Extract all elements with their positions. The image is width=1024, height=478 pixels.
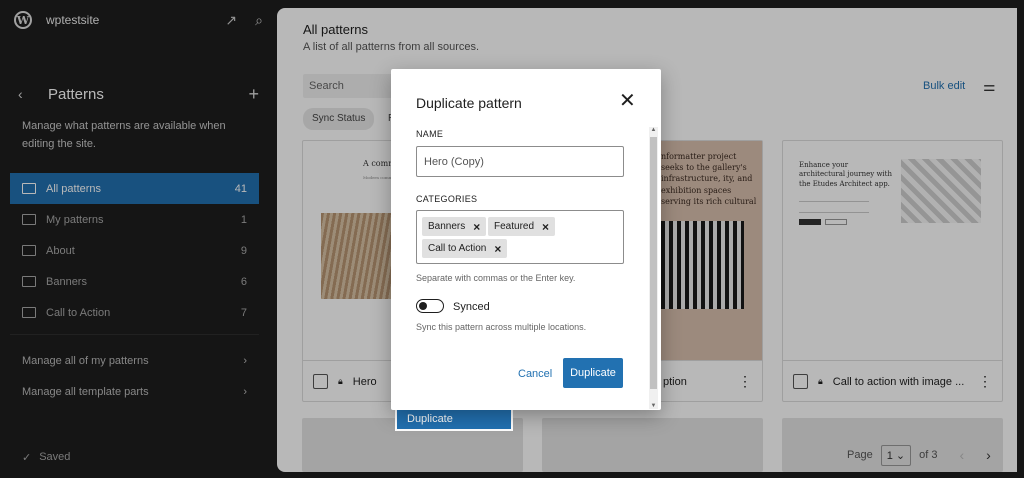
token-label: Featured (494, 221, 535, 232)
dialog-title: Duplicate pattern (416, 95, 522, 111)
duplicate-button[interactable]: Duplicate (563, 358, 623, 388)
categories-help: Separate with commas or the Enter key. (416, 273, 576, 283)
category-token: Banners × (422, 217, 487, 236)
token-label: Banners (428, 221, 466, 232)
category-token: Featured × (488, 217, 556, 236)
toggle-knob (419, 302, 427, 310)
category-token: Call to Action × (422, 239, 508, 258)
pattern-name-field[interactable]: Hero (Copy) (416, 146, 624, 177)
scroll-thumb[interactable] (650, 137, 657, 389)
categories-label: CATEGORIES (416, 194, 478, 204)
synced-toggle[interactable] (416, 299, 444, 313)
remove-token-icon[interactable]: × (494, 243, 501, 255)
dialog-scrollbar[interactable]: ▲ ▼ (649, 127, 658, 409)
name-label: NAME (416, 129, 444, 139)
scroll-up-icon[interactable]: ▲ (649, 127, 658, 133)
synced-help: Sync this pattern across multiple locati… (416, 322, 587, 332)
remove-token-icon[interactable]: × (542, 221, 549, 233)
scroll-down-icon[interactable]: ▼ (649, 403, 658, 409)
close-icon[interactable]: ✕ (619, 91, 636, 111)
remove-token-icon[interactable]: × (473, 221, 480, 233)
duplicate-pattern-dialog: Duplicate pattern ✕ NAME Hero (Copy) CAT… (391, 69, 661, 410)
cancel-button[interactable]: Cancel (518, 368, 552, 380)
synced-label: Synced (453, 301, 490, 313)
categories-token-field[interactable]: Banners × Featured × Call to Action × (416, 210, 624, 264)
token-label: Call to Action (428, 243, 487, 254)
